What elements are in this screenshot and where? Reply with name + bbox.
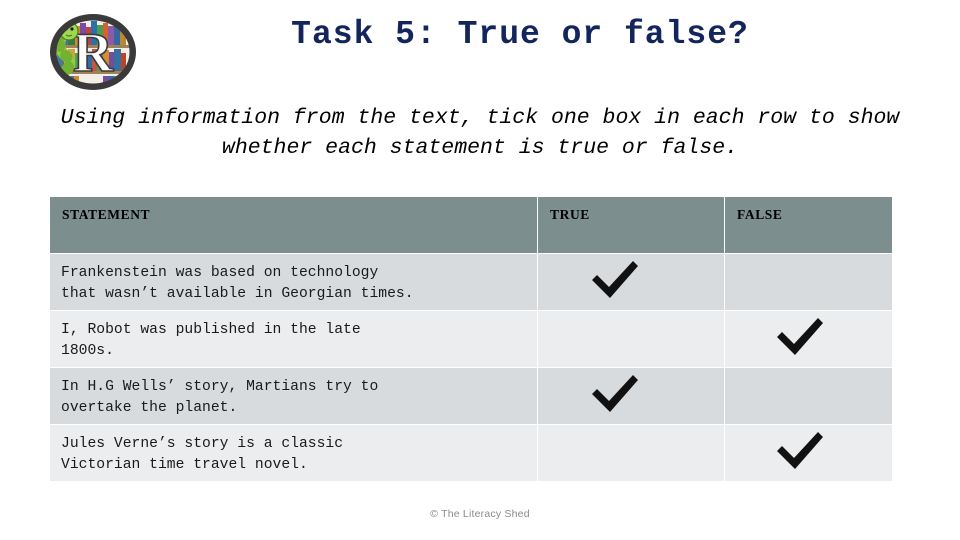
page-title: Task 5: True or false? (291, 16, 749, 53)
false-checkbox-cell[interactable] (725, 311, 892, 367)
true-false-table: STATEMENT TRUE FALSE Frankenstein was ba… (49, 196, 893, 482)
column-header-statement-label: STATEMENT (62, 207, 151, 222)
check-icon (773, 316, 827, 358)
statement-cell: Frankenstein was based on technology tha… (50, 254, 537, 310)
false-checkbox-cell[interactable] (725, 368, 892, 424)
table-header-row: STATEMENT TRUE FALSE (50, 197, 892, 253)
statement-cell: In H.G Wells’ story, Martians try to ove… (50, 368, 537, 424)
statement-text: I, Robot was published in the late 1800s… (61, 322, 361, 359)
column-header-false: FALSE (725, 197, 892, 253)
check-icon (588, 259, 642, 301)
statement-text: Frankenstein was based on technology tha… (61, 265, 414, 302)
table-row: In H.G Wells’ story, Martians try to ove… (50, 368, 892, 424)
table-body: Frankenstein was based on technology tha… (50, 254, 892, 481)
true-checkbox-cell[interactable] (538, 254, 724, 310)
column-header-true-label: TRUE (550, 207, 590, 222)
false-checkbox-cell[interactable] (725, 254, 892, 310)
column-header-true: TRUE (538, 197, 724, 253)
literacy-shed-logo: R (45, 11, 141, 93)
true-checkbox-cell[interactable] (538, 368, 724, 424)
instructions-text: Using information from the text, tick on… (60, 106, 900, 160)
true-checkbox-cell[interactable] (538, 311, 724, 367)
table-row: Jules Verne’s story is a classic Victori… (50, 425, 892, 481)
table-row: Frankenstein was based on technology tha… (50, 254, 892, 310)
statement-cell: Jules Verne’s story is a classic Victori… (50, 425, 537, 481)
column-header-statement: STATEMENT (50, 197, 537, 253)
table-header: STATEMENT TRUE FALSE (50, 197, 892, 253)
column-header-false-label: FALSE (737, 207, 783, 222)
copyright-footer: © The Literacy Shed (430, 508, 530, 520)
statement-text: Jules Verne’s story is a classic Victori… (61, 436, 344, 473)
true-checkbox-cell[interactable] (538, 425, 724, 481)
statement-cell: I, Robot was published in the late 1800s… (50, 311, 537, 367)
statement-text: In H.G Wells’ story, Martians try to ove… (61, 379, 379, 416)
table-row: I, Robot was published in the late 1800s… (50, 311, 892, 367)
check-icon (588, 373, 642, 415)
check-icon (773, 430, 827, 472)
svg-text:R: R (73, 22, 114, 84)
false-checkbox-cell[interactable] (725, 425, 892, 481)
